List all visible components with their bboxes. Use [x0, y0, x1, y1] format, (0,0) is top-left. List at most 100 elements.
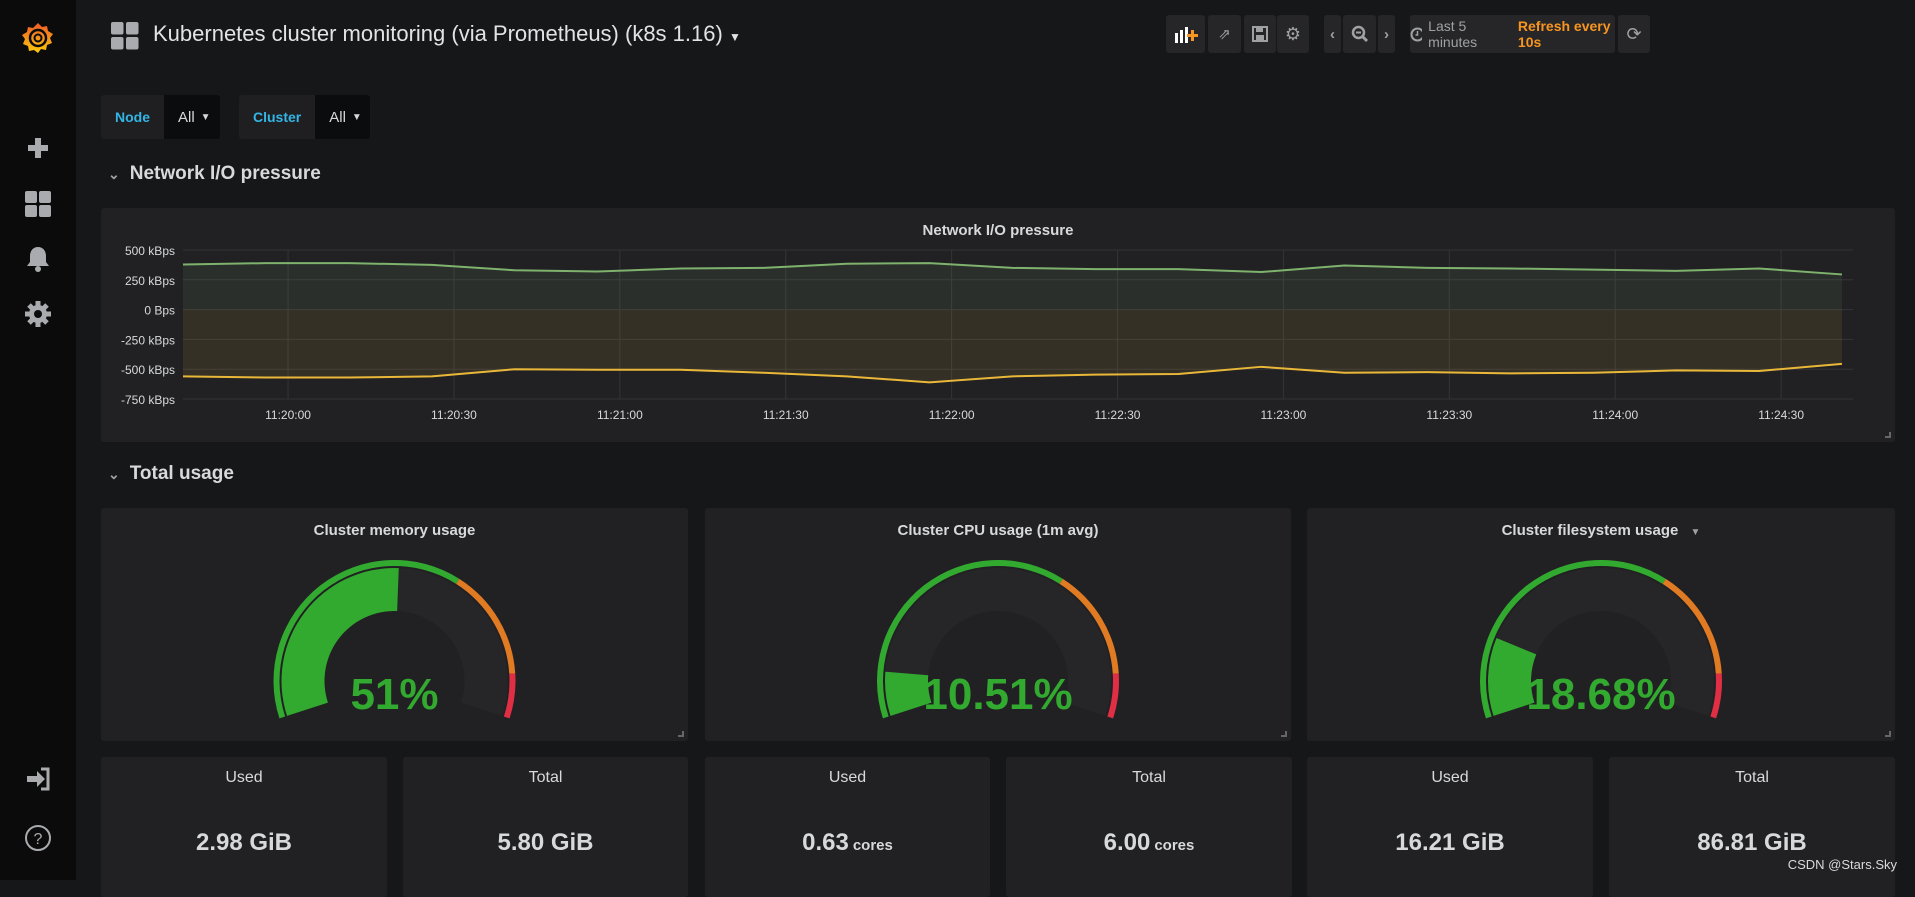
stat-value: 5.80 GiB	[403, 829, 688, 857]
stat-title[interactable]: Used	[101, 769, 387, 787]
stat-panel: Total 5.80 GiB	[403, 757, 688, 897]
sign-in-icon[interactable]	[20, 761, 56, 797]
stat-value-number: 2.98 GiB	[195, 829, 293, 856]
series-1-area	[183, 309, 1842, 383]
save-button[interactable]	[1244, 15, 1276, 53]
zoom-out-icon	[1351, 25, 1368, 43]
dashboard-title-text: Kubernetes cluster monitoring (via Prome…	[153, 21, 723, 46]
x-tick-label: 11:21:30	[763, 408, 809, 422]
refresh-button[interactable]: ⟳	[1618, 15, 1650, 53]
stat-panel: Used 0.63 cores	[705, 757, 990, 897]
x-tick-label: 11:21:00	[597, 408, 643, 422]
stat-title[interactable]: Used	[705, 769, 990, 787]
cpu-gauge: 10.51%	[877, 560, 1119, 719]
x-tick-label: 11:22:30	[1095, 408, 1141, 422]
stat-value-number: 6.00	[1103, 829, 1151, 856]
stat-title[interactable]: Total	[1006, 769, 1292, 787]
network-io-chart: 500 kBps 250 kBps 0 Bps -250 kBps -500 kBps -…	[121, 244, 1853, 422]
variable-cluster-select[interactable]: All ▼	[315, 95, 370, 139]
x-tick-label: 11:23:30	[1426, 408, 1472, 422]
svg-text:?: ?	[34, 831, 43, 848]
caret-down-icon: ▼	[351, 111, 362, 123]
variable-node-label: Node	[101, 95, 164, 139]
stat-panel: Total 6.00 cores	[1006, 757, 1292, 897]
gauge-value-label: 18.68%	[1526, 670, 1675, 719]
x-tick-label: 11:23:00	[1261, 408, 1307, 422]
stat-value: 6.00 cores	[1006, 829, 1292, 857]
y-tick-label: 0 Bps	[144, 304, 175, 318]
chevron-down-icon: ▼	[728, 30, 741, 44]
refresh-interval-label: Refresh every 10s	[1517, 18, 1611, 50]
variable-cluster[interactable]: Cluster All ▼	[239, 95, 370, 139]
gauge-value-label: 10.51%	[923, 670, 1072, 719]
sidebar: ?	[0, 0, 76, 880]
variable-cluster-value: All	[329, 108, 346, 126]
stat-unit: cores	[852, 837, 893, 854]
stat-value-number: 16.21 GiB	[1395, 829, 1505, 856]
y-tick-label: 500 kBps	[125, 244, 175, 258]
variable-node-select[interactable]: All ▼	[164, 95, 220, 139]
time-forward-button[interactable]: ›	[1378, 15, 1395, 53]
clock-icon	[1410, 27, 1423, 41]
chevron-right-icon: ›	[1384, 25, 1389, 43]
share-icon: ⇗	[1218, 26, 1231, 43]
stat-value-number: 5.80 GiB	[497, 829, 594, 856]
time-range-label: Last 5 minutes	[1428, 18, 1478, 50]
grafana-logo[interactable]	[16, 16, 60, 60]
row-total-usage[interactable]: ⌄ Total usage	[108, 463, 234, 485]
variable-node[interactable]: Node All ▼	[101, 95, 220, 139]
resize-handle[interactable]	[1885, 432, 1891, 438]
variable-cluster-label: Cluster	[239, 95, 316, 139]
chevron-down-icon: ⌄	[108, 465, 120, 482]
row-network-io[interactable]: ⌄ Network I/O pressure	[108, 163, 321, 185]
help-icon[interactable]: ?	[20, 820, 56, 856]
time-back-button[interactable]: ‹	[1324, 15, 1341, 53]
y-tick-label: -250 kBps	[121, 333, 175, 347]
x-tick-label: 11:22:00	[929, 408, 975, 422]
gauge-panel-memory: Cluster memory usage 51%	[101, 508, 688, 741]
chevron-left-icon: ‹	[1330, 25, 1335, 43]
stat-unit: cores	[1154, 837, 1195, 854]
dashboard-grid-icon	[111, 22, 139, 55]
resize-handle[interactable]	[1885, 731, 1891, 737]
variable-node-value: All	[178, 108, 195, 126]
share-button[interactable]: ⇗	[1208, 15, 1241, 53]
plus-icon[interactable]	[20, 130, 56, 166]
x-tick-label: 11:24:30	[1758, 408, 1804, 422]
x-tick-label: 11:20:00	[265, 408, 311, 422]
stat-value: 0.63 cores	[705, 829, 990, 857]
time-picker[interactable]: Last 5 minutes Refresh every 10s	[1410, 15, 1615, 53]
add-panel-button[interactable]	[1166, 15, 1205, 53]
row-title: Network I/O pressure	[129, 163, 321, 184]
dashboards-icon[interactable]	[20, 186, 56, 222]
x-tick-label: 11:24:00	[1592, 408, 1638, 422]
resize-handle[interactable]	[678, 731, 684, 737]
stat-value-number: 86.81 GiB	[1697, 829, 1807, 856]
gauge-value-label: 51%	[350, 670, 438, 719]
stat-title[interactable]: Total	[403, 769, 688, 787]
stat-panel: Total 86.81 GiB	[1609, 757, 1895, 897]
network-io-panel: Network I/O pressure 500 kBps 250 kBps 0 B…	[101, 208, 1895, 442]
refresh-icon: ⟳	[1626, 23, 1642, 44]
caret-down-icon: ▼	[200, 111, 211, 123]
dashboard-title[interactable]: Kubernetes cluster monitoring (via Prome…	[153, 21, 741, 47]
gear-icon: ⚙	[1284, 23, 1302, 44]
y-tick-label: -500 kBps	[121, 363, 175, 377]
stat-value: 86.81 GiB	[1609, 829, 1895, 857]
stat-title[interactable]: Used	[1307, 769, 1593, 787]
stat-value: 2.98 GiB	[101, 829, 387, 857]
gauge-panel-filesystem: Cluster filesystem usage ▼ 18.68%	[1307, 508, 1895, 741]
resize-handle[interactable]	[1281, 731, 1287, 737]
filesystem-gauge: 18.68%	[1480, 560, 1722, 719]
x-tick-label: 11:20:30	[431, 408, 477, 422]
add-panel-icon	[1174, 27, 1198, 43]
memory-gauge: 51%	[273, 560, 516, 719]
save-icon	[1252, 26, 1268, 42]
settings-button[interactable]: ⚙	[1277, 15, 1309, 53]
y-tick-label: -750 kBps	[121, 393, 175, 407]
gauge-panel-cpu: Cluster CPU usage (1m avg) 10.51%	[705, 508, 1291, 741]
stat-title[interactable]: Total	[1609, 769, 1895, 787]
configuration-gear-icon[interactable]	[20, 296, 56, 332]
alerting-bell-icon[interactable]	[20, 241, 56, 277]
zoom-out-button[interactable]	[1343, 15, 1376, 53]
